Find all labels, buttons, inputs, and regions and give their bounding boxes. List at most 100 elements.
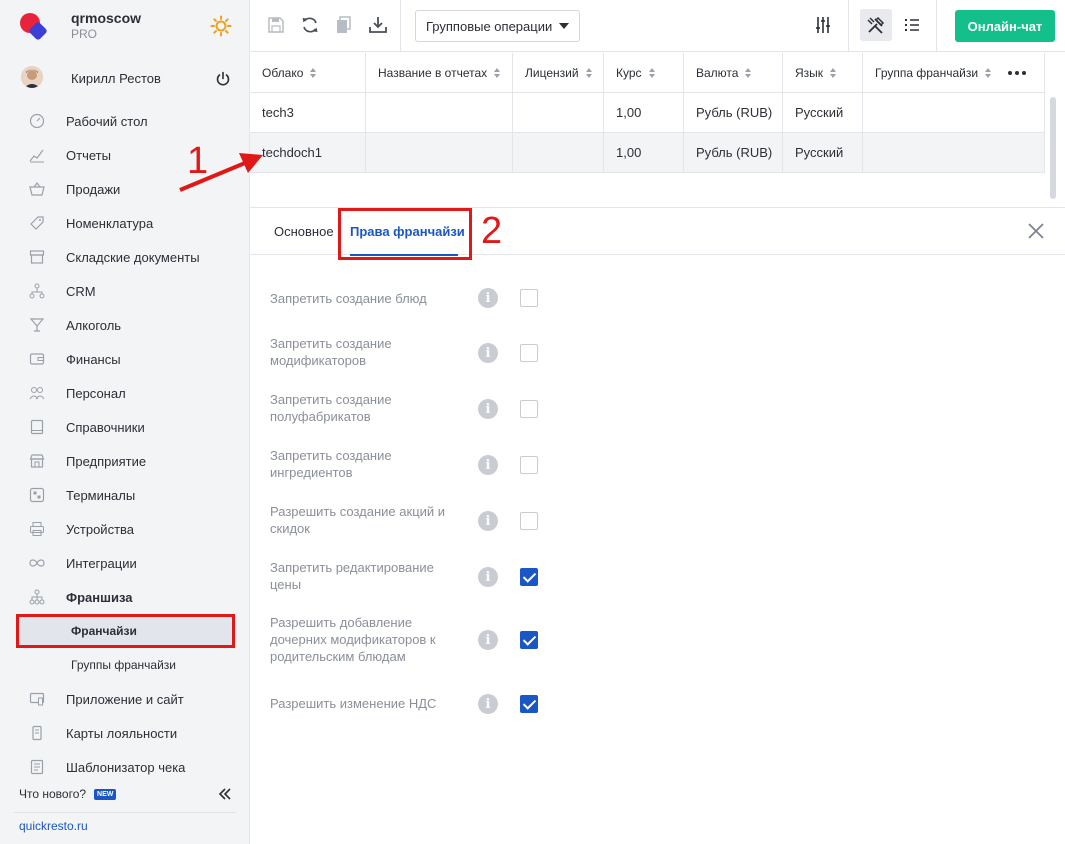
sidebar-item-devices[interactable]: Устройства (0, 512, 249, 546)
divider (14, 812, 236, 813)
crm-icon (29, 283, 45, 299)
info-icon[interactable]: i (478, 288, 498, 308)
sidebar-item-label: Номенклатура (66, 215, 154, 231)
sidebar-item-crm[interactable]: CRM (0, 274, 249, 308)
table-header: Облако Название в отчетах Лицензий Курс … (250, 53, 1045, 93)
sidebar-item-enterprise[interactable]: Предприятие (0, 444, 249, 478)
sort-icon (310, 67, 317, 78)
list-icon[interactable] (902, 15, 922, 35)
sidebar-item-dashboard[interactable]: Рабочий стол (0, 104, 249, 138)
sidebar-item-label: Терминалы (66, 487, 136, 503)
refresh-icon[interactable] (300, 15, 320, 35)
column-settings-icon[interactable] (813, 15, 833, 35)
qr-icon (29, 487, 45, 503)
brand-header[interactable]: qrmoscow PRO (0, 0, 249, 52)
column-header-cloud[interactable]: Облако (250, 53, 366, 92)
sidebar-item-references[interactable]: Справочники (0, 410, 249, 444)
sort-icon (830, 67, 837, 78)
whats-new-link[interactable]: Что нового? NEW (19, 787, 117, 801)
permission-checkbox[interactable] (520, 344, 538, 362)
sidebar-item-franchisees[interactable]: Франчайзи (14, 614, 235, 648)
sidebar-item-loyalty[interactable]: Карты лояльности (0, 716, 249, 750)
permission-checkbox[interactable] (520, 512, 538, 530)
card-icon (32, 725, 42, 741)
collapse-sidebar-icon[interactable] (218, 787, 232, 801)
info-icon[interactable]: i (478, 343, 498, 363)
sidebar-item-alcohol[interactable]: Алкоголь (0, 308, 249, 342)
permission-checkbox[interactable] (520, 289, 538, 307)
column-label: Группа франчайзи (875, 65, 979, 80)
sidebar-item-receipt-template[interactable]: Шаблонизатор чека (0, 750, 249, 784)
column-label: Лицензий (525, 65, 579, 80)
app-icon (29, 692, 45, 706)
column-label: Валюта (696, 65, 739, 80)
copy-icon[interactable] (334, 15, 354, 35)
tab-main[interactable]: Основное (274, 224, 334, 239)
column-header-currency[interactable]: Валюта (684, 53, 783, 92)
sidebar-item-staff[interactable]: Персонал (0, 376, 249, 410)
sidebar-item-nomenclature[interactable]: Номенклатура (0, 206, 249, 240)
column-header-licenses[interactable]: Лицензий (513, 53, 604, 92)
tools-button[interactable] (860, 9, 892, 41)
info-icon[interactable]: i (478, 455, 498, 475)
table-cell (513, 93, 604, 132)
printer-icon (30, 522, 44, 536)
site-link[interactable]: quickresto.ru (19, 819, 88, 833)
sidebar-item-integrations[interactable]: Интеграции (0, 546, 249, 580)
permission-label: Запретить создание полуфабрикатов (270, 392, 392, 424)
permission-checkbox[interactable] (520, 695, 538, 713)
more-icon[interactable] (1008, 71, 1026, 75)
permission-checkbox[interactable] (520, 400, 538, 418)
permission-checkbox[interactable] (520, 456, 538, 474)
info-icon[interactable]: i (478, 399, 498, 419)
chart-icon (29, 149, 44, 163)
sidebar-item-warehouse[interactable]: Складские документы (0, 240, 249, 274)
people-icon (29, 387, 45, 400)
table-cell: 1,00 (604, 133, 684, 172)
close-icon[interactable] (1027, 222, 1045, 240)
sidebar-item-label: Интеграции (66, 555, 137, 571)
power-icon[interactable] (215, 71, 231, 87)
info-icon[interactable]: i (478, 694, 498, 714)
online-chat-button[interactable]: Онлайн-чат (955, 10, 1055, 42)
sidebar-item-label: Справочники (66, 419, 145, 435)
user-profile[interactable]: Кирилл Рестов (0, 58, 249, 98)
sidebar-item-label: Шаблонизатор чека (66, 759, 186, 775)
download-icon[interactable] (368, 15, 388, 35)
column-header-report-name[interactable]: Название в отчетах (366, 53, 513, 92)
sidebar-item-label: Франшиза (66, 589, 133, 605)
group-operations-dropdown[interactable]: Групповые операции (415, 10, 580, 42)
table-scrollbar[interactable] (1050, 97, 1056, 199)
permission-label: Запретить создание ингредиентов (270, 448, 392, 480)
user-name: Кирилл Рестов (71, 71, 161, 86)
permission-label: Разрешить изменение НДС (270, 696, 437, 711)
sidebar-item-app-site[interactable]: Приложение и сайт (0, 682, 249, 716)
chevron-down-icon (559, 23, 569, 29)
sidebar-item-label: Приложение и сайт (66, 691, 184, 707)
sidebar-item-terminals[interactable]: Терминалы (0, 478, 249, 512)
account-name: qrmoscow (71, 10, 142, 26)
permission-checkbox[interactable] (520, 631, 538, 649)
info-icon[interactable]: i (478, 630, 498, 650)
table-row[interactable]: tech3 1,00 Рубль (RUB) Русский (250, 93, 1045, 133)
info-icon[interactable]: i (478, 511, 498, 531)
column-header-rate[interactable]: Курс (604, 53, 684, 92)
sidebar-item-label: Финансы (66, 351, 121, 367)
column-header-franchisee-group[interactable]: Группа франчайзи (863, 53, 1045, 92)
sun-icon[interactable] (210, 15, 232, 37)
column-header-language[interactable]: Язык (783, 53, 863, 92)
table-row[interactable]: techdoch1 1,00 Рубль (RUB) Русский (250, 133, 1045, 173)
table-cell: Русский (783, 93, 863, 132)
sidebar-item-franchise[interactable]: Франшиза (0, 580, 249, 614)
table-cell (513, 133, 604, 172)
annotation-number-2: 2 (481, 210, 503, 252)
sidebar-item-label: Отчеты (66, 147, 111, 163)
sidebar-item-franchisee-groups[interactable]: Группы франчайзи (0, 648, 249, 682)
divider (400, 0, 401, 52)
sidebar-item-finance[interactable]: Финансы (0, 342, 249, 376)
permission-checkbox[interactable] (520, 568, 538, 586)
receipt-icon (30, 759, 44, 775)
sidebar-item-label: Предприятие (66, 453, 147, 469)
save-icon[interactable] (266, 15, 286, 35)
info-icon[interactable]: i (478, 567, 498, 587)
